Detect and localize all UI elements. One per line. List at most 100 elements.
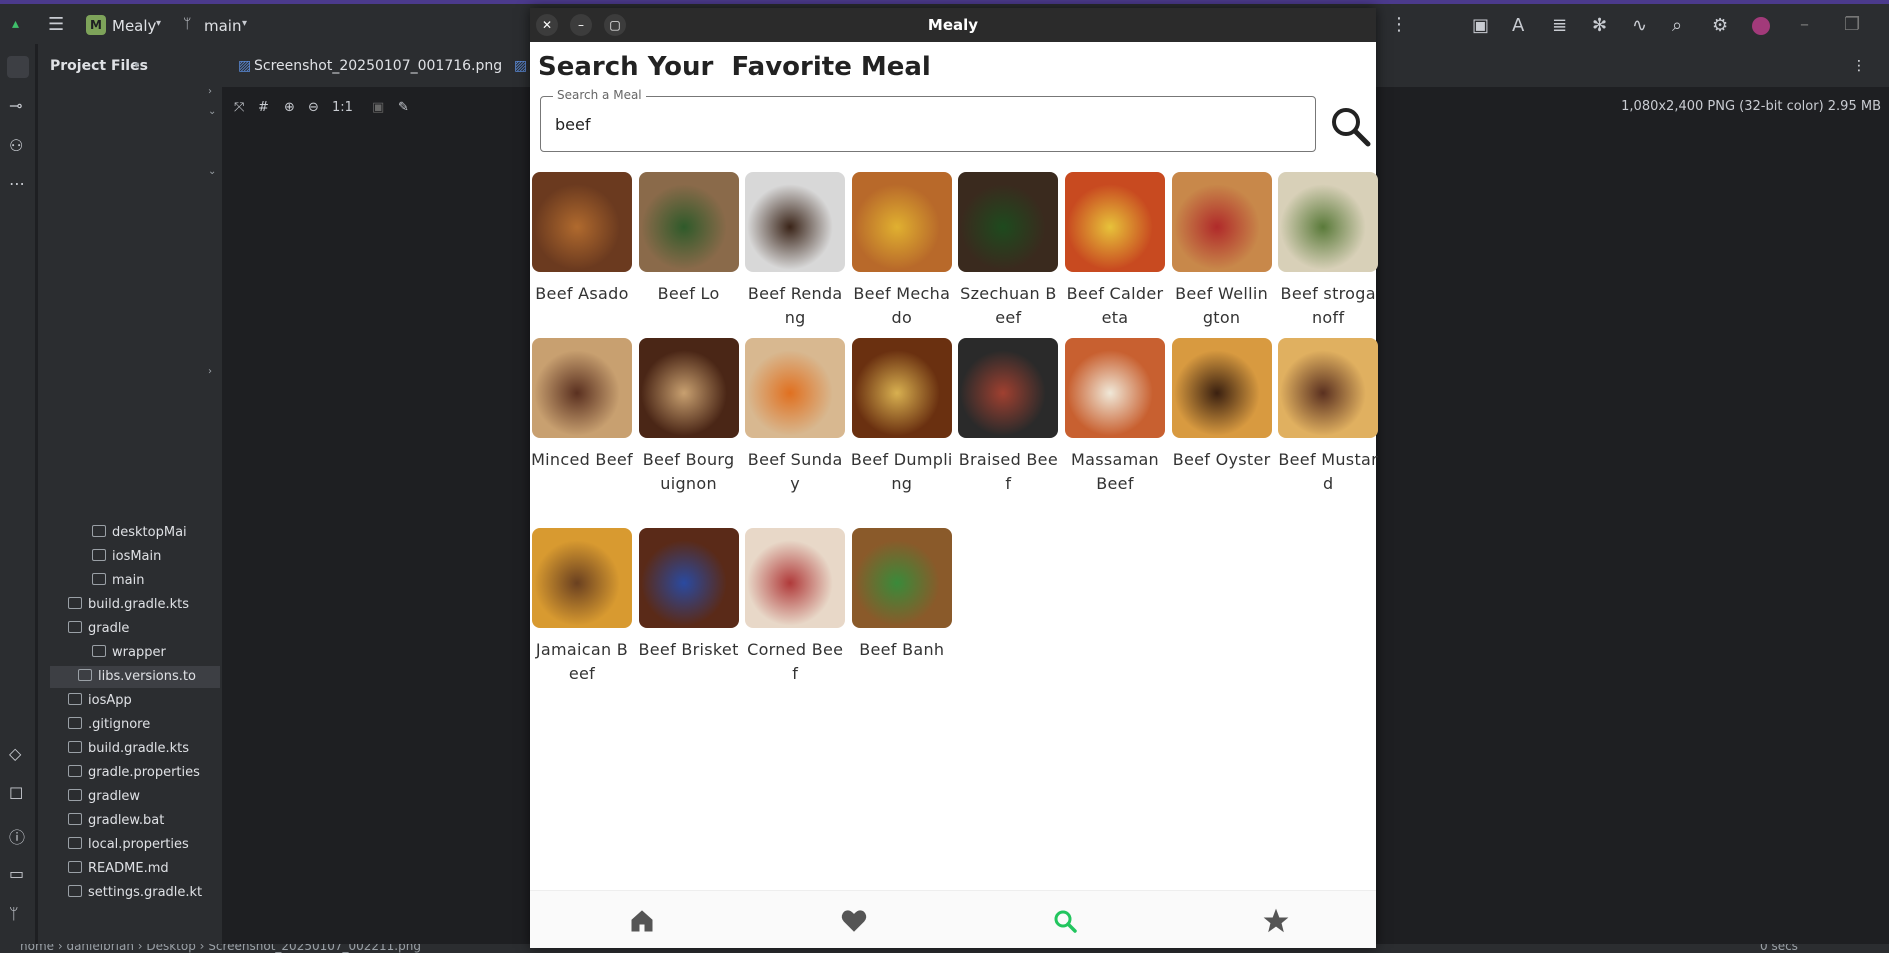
nav-home[interactable]	[628, 907, 656, 935]
page-title: Search Your Favorite Meal	[538, 52, 931, 82]
structure-icon[interactable]: ⚇	[9, 136, 23, 155]
meal-card[interactable]: Beef Asado	[531, 172, 633, 306]
file-icon	[92, 573, 106, 585]
meal-thumbnail	[638, 528, 739, 628]
translate-icon[interactable]: A	[1512, 15, 1524, 36]
meal-card[interactable]: Beef Lo	[638, 172, 740, 306]
tree-item[interactable]: README.md	[38, 858, 222, 880]
tree-item[interactable]: gradle.properties	[38, 762, 222, 784]
meal-card[interactable]: Minced Beef	[531, 338, 633, 472]
tree-item[interactable]: wrapper	[38, 642, 222, 664]
meal-card[interactable]: Beef Caldereta	[1064, 172, 1166, 330]
meal-card[interactable]: Massaman Beef	[1064, 338, 1166, 496]
tree-item[interactable]: gradlew	[38, 786, 222, 808]
meal-card[interactable]: Beef Bourguignon	[638, 338, 740, 496]
nav-star[interactable]	[1262, 907, 1290, 935]
nav-search[interactable]	[1051, 907, 1079, 935]
git-icon[interactable]: ᛘ	[9, 904, 19, 923]
meal-card[interactable]: Beef Rendang	[744, 172, 846, 330]
chevron-down-icon[interactable]: ⌄	[208, 166, 216, 177]
tab-screenshot[interactable]: Screenshot_20250107_001716.png	[254, 58, 502, 74]
tree-item[interactable]: gradlew.bat	[38, 810, 222, 832]
chevron-right-icon[interactable]: ›	[208, 86, 212, 97]
tree-item-label: main	[112, 573, 145, 588]
menu-icon[interactable]: ☰	[48, 14, 64, 35]
layout-icon[interactable]: ≣	[1552, 15, 1567, 36]
android-icon[interactable]: ☐	[9, 784, 23, 803]
search-icon[interactable]: ⌕	[1672, 15, 1682, 36]
nav-heart[interactable]	[840, 907, 868, 935]
restore-icon[interactable]: ❐	[1844, 14, 1860, 35]
tree-item[interactable]: desktopMai	[38, 522, 222, 544]
tree-item[interactable]: settings.gradle.kt	[38, 882, 222, 904]
meal-name: Beef Oyster	[1172, 450, 1271, 469]
more-vertical-icon[interactable]: ⋮	[1852, 58, 1866, 74]
tree-item-label: iosMain	[112, 549, 162, 564]
avatar[interactable]	[1752, 17, 1770, 35]
bug-icon[interactable]: ✻	[1592, 15, 1607, 36]
more-horizontal-icon[interactable]: ⋯	[9, 174, 25, 193]
terminal-icon[interactable]: ▭	[9, 864, 24, 883]
tree-item[interactable]: local.properties	[38, 834, 222, 856]
meal-thumbnail	[851, 528, 952, 628]
meal-card[interactable]: Beef Brisket	[638, 528, 740, 662]
status-path[interactable]: home › danielbrian › Desktop › Screensho…	[20, 944, 421, 953]
tree-item[interactable]: .gitignore	[38, 714, 222, 736]
meal-thumbnail	[638, 172, 739, 272]
chevron-right-icon[interactable]: ›	[208, 366, 212, 377]
more-vertical-icon[interactable]: ⋮	[1390, 14, 1408, 35]
meal-name: Beef Dumpling	[850, 450, 953, 493]
meal-thumbnail	[1065, 338, 1165, 438]
meal-card[interactable]: Corned Beef	[744, 528, 846, 686]
meal-card[interactable]: Beef Dumpling	[851, 338, 953, 496]
meal-card[interactable]: Beef Wellington	[1171, 172, 1273, 330]
tree-item-label: build.gradle.kts	[88, 597, 190, 612]
color-picker-icon[interactable]: ✎	[398, 100, 409, 115]
grid-icon[interactable]: #	[258, 100, 269, 115]
search-button[interactable]	[1328, 104, 1372, 148]
meal-card[interactable]: Beef Banh	[851, 528, 953, 662]
meal-card[interactable]: Beef stroganoff	[1277, 172, 1379, 330]
tree-item-label: libs.versions.to	[98, 669, 196, 684]
chevron-down-icon[interactable]: ⌄	[208, 106, 216, 117]
meal-card[interactable]: Szechuan Beef	[957, 172, 1059, 330]
profiler-icon[interactable]: ∿	[1632, 15, 1647, 36]
search-field[interactable]: Search a Meal	[540, 88, 1316, 152]
zoom-out-icon[interactable]: ⊖	[308, 100, 319, 115]
minimize-icon[interactable]: –	[1800, 14, 1809, 35]
mealy-window: ✕ – ▢ Mealy Search Your Favorite Meal Se…	[530, 8, 1379, 948]
meal-card[interactable]: Beef Sunday	[744, 338, 846, 496]
tree-item[interactable]: build.gradle.kts	[38, 738, 222, 760]
tree-item[interactable]: iosApp	[38, 690, 222, 712]
device-manager-icon[interactable]: ▣	[1472, 15, 1489, 36]
gem-icon[interactable]: ◇	[9, 744, 21, 763]
problems-icon[interactable]: ⓘ	[9, 824, 25, 848]
tree-item[interactable]: libs.versions.to	[50, 666, 220, 688]
meal-card[interactable]: Jamaican Beef	[531, 528, 633, 686]
settings-gear-icon[interactable]: ⚙	[1712, 15, 1728, 36]
branch-selector[interactable]: main	[204, 17, 241, 35]
meal-card[interactable]: Beef Mustard	[1277, 338, 1379, 496]
meal-name: Beef Mechado	[853, 284, 951, 327]
tree-item[interactable]: main	[38, 570, 222, 592]
tree-item[interactable]: gradle	[38, 618, 222, 640]
image-file-icon: ▨	[238, 58, 252, 74]
meal-name: Beef Brisket	[638, 640, 739, 659]
meal-card[interactable]: Beef Mechado	[851, 172, 953, 330]
actual-size-button[interactable]: 1:1	[332, 100, 353, 115]
tree-item[interactable]: build.gradle.kts	[38, 594, 222, 616]
folder-icon[interactable]	[7, 56, 29, 78]
search-input[interactable]	[555, 115, 1295, 134]
meal-name: Beef Mustard	[1278, 450, 1378, 493]
meal-thumbnail	[851, 338, 952, 438]
background-icon[interactable]: ▣	[372, 100, 384, 115]
commit-icon[interactable]: ⊸	[9, 96, 22, 115]
project-selector[interactable]: Mealy	[112, 17, 156, 35]
meal-card[interactable]: Beef Oyster	[1171, 338, 1273, 472]
fit-icon[interactable]: ⤧	[234, 100, 244, 115]
zoom-in-icon[interactable]: ⊕	[284, 100, 295, 115]
window-title: Mealy	[927, 16, 979, 34]
meal-name: Beef Lo	[657, 284, 720, 303]
meal-card[interactable]: Braised Beef	[957, 338, 1059, 496]
tree-item[interactable]: iosMain	[38, 546, 222, 568]
